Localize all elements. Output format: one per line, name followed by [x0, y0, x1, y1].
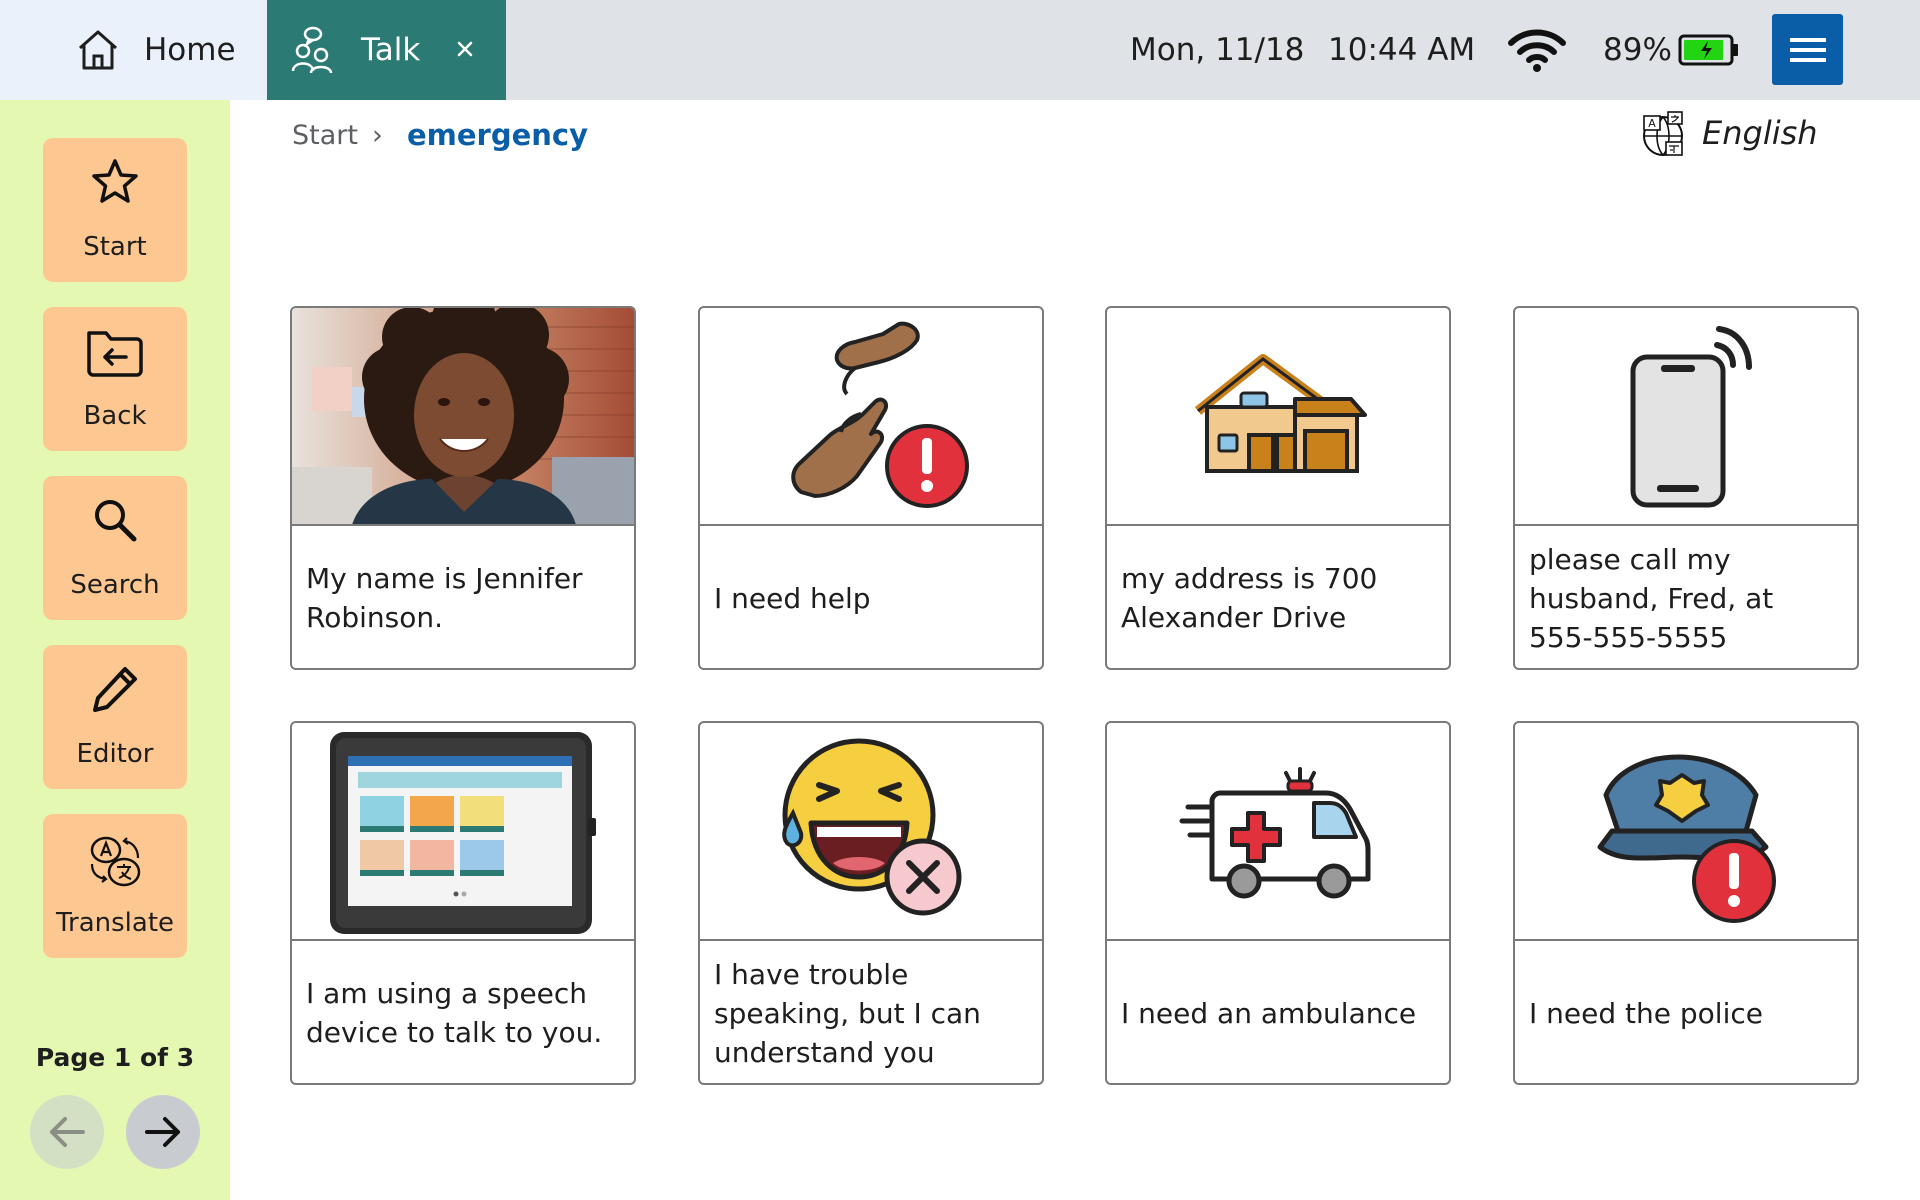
- breadcrumb-start[interactable]: Start: [292, 120, 358, 151]
- time-display: 10:44 AM: [1328, 32, 1476, 68]
- sidebar: Start Back Search Editor Translate Page …: [0, 100, 230, 1200]
- breadcrumb-separator: ›: [372, 120, 383, 151]
- police-cap-alert-icon: [1515, 723, 1857, 941]
- folder-back-icon: [87, 331, 143, 377]
- phrase-tile-label: I need the police: [1529, 996, 1763, 1030]
- page-indicator: Page 1 of 3: [35, 1043, 195, 1072]
- phrase-tile-call[interactable]: please call my husband, Fred, at 555-555…: [1513, 306, 1859, 670]
- sidebar-item-label: Back: [83, 401, 147, 431]
- translate-icon: [90, 836, 141, 887]
- phrase-tile-help[interactable]: I need help: [698, 306, 1044, 670]
- arrow-right-icon: [145, 1117, 180, 1147]
- sidebar-item-search[interactable]: Search: [43, 476, 187, 620]
- phone-ringing-icon: [1515, 308, 1857, 526]
- prev-page-button[interactable]: [30, 1095, 104, 1169]
- sidebar-item-label: Start: [83, 232, 147, 262]
- sidebar-item-editor[interactable]: Editor: [43, 645, 187, 789]
- talk-people-icon: [291, 26, 333, 74]
- next-page-button[interactable]: [126, 1095, 200, 1169]
- close-tab-icon[interactable]: [450, 34, 480, 64]
- sidebar-item-label: Editor: [76, 739, 154, 769]
- language-globe-icon: A: [1643, 111, 1683, 157]
- battery-icon: [1678, 34, 1738, 66]
- phrase-tile-ambulance[interactable]: I need an ambulance: [1105, 721, 1451, 1085]
- phrase-tile-label: my address is 700 Alexander Drive: [1121, 562, 1378, 634]
- language-selector[interactable]: A English: [1638, 108, 1818, 158]
- woman-portrait-photo: [292, 308, 634, 526]
- svg-text:A: A: [1648, 117, 1656, 130]
- phrase-tile-police[interactable]: I need the police: [1513, 721, 1859, 1085]
- sidebar-item-start[interactable]: Start: [43, 138, 187, 282]
- ambulance-icon: [1107, 723, 1449, 941]
- tab-talk-label: Talk: [361, 32, 421, 68]
- hamburger-icon: [1789, 37, 1826, 62]
- sidebar-item-translate[interactable]: Translate: [43, 814, 187, 958]
- pencil-icon: [93, 667, 137, 712]
- tab-home-label: Home: [144, 32, 236, 68]
- phrase-tile-label: please call my husband, Fred, at 555-555…: [1529, 542, 1774, 654]
- phrase-tile-label: I need help: [714, 581, 871, 615]
- phrase-tile-address[interactable]: my address is 700 Alexander Drive: [1105, 306, 1451, 670]
- house-icon: [1107, 308, 1449, 526]
- star-icon: [92, 159, 138, 203]
- battery-status: [1678, 0, 1740, 100]
- phrase-tile-label: My name is Jennifer Robinson.: [306, 562, 583, 634]
- tab-home[interactable]: Home: [0, 0, 267, 100]
- phrase-tile-label: I have trouble speaking, but I can under…: [714, 957, 981, 1069]
- sidebar-item-label: Search: [70, 570, 160, 600]
- wifi-status: [1507, 0, 1567, 100]
- arrow-left-icon: [50, 1117, 85, 1147]
- date-display: Mon, 11/18: [1130, 32, 1305, 68]
- battery-percent: 89%: [1603, 32, 1672, 68]
- phrase-tile-label: I need an ambulance: [1121, 996, 1417, 1030]
- language-label: English: [1702, 114, 1818, 152]
- search-icon: [95, 500, 137, 542]
- tab-talk[interactable]: Talk: [267, 0, 506, 100]
- phrase-tile-device[interactable]: I am using a speech device to talk to yo…: [290, 721, 636, 1085]
- wifi-icon: [1508, 29, 1566, 72]
- helping-hands-alert-icon: [700, 308, 1042, 526]
- home-icon: [79, 30, 117, 70]
- breadcrumb-current: emergency: [407, 118, 589, 152]
- phrase-tile-trouble-speaking[interactable]: I have trouble speaking, but I can under…: [698, 721, 1044, 1085]
- speech-device-photo: [292, 723, 634, 941]
- top-bar: Home Talk Mon, 11/18 10:44 AM 89%: [0, 0, 1920, 100]
- menu-button[interactable]: [1772, 14, 1843, 85]
- laughing-face-no-icon: [700, 723, 1042, 941]
- phrase-tile-name[interactable]: My name is Jennifer Robinson.: [290, 306, 636, 670]
- sidebar-item-back[interactable]: Back: [43, 307, 187, 451]
- phrase-tile-label: I am using a speech device to talk to yo…: [306, 977, 603, 1049]
- sidebar-item-label: Translate: [55, 908, 175, 938]
